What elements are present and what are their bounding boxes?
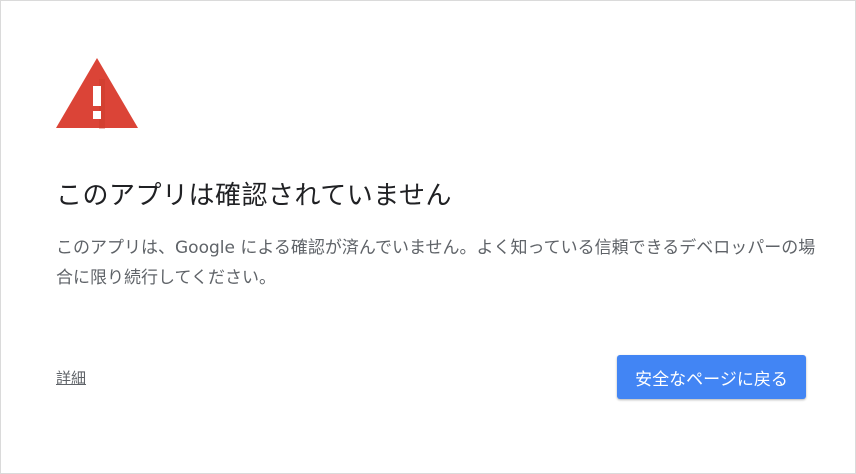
page-title: このアプリは確認されていません <box>56 181 452 211</box>
warning-description: このアプリは、Google による確認が済んでいません。よく知っている信頼できる… <box>56 238 816 288</box>
error-page-card: このアプリは確認されていません このアプリは、Google による確認が済んでい… <box>0 0 856 474</box>
warning-triangle-icon <box>56 58 138 129</box>
back-to-safety-button[interactable]: 安全なページに戻る <box>617 355 806 399</box>
details-link[interactable]: 詳細 <box>56 367 86 388</box>
